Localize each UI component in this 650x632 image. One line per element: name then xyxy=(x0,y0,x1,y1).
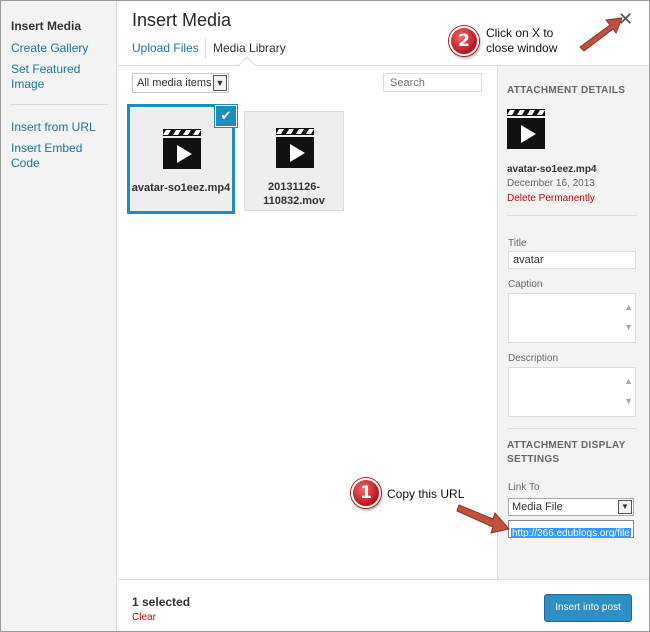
media-filter-select[interactable]: All media items ▼ xyxy=(132,73,229,93)
detail-filename: avatar-so1eez.mp4 xyxy=(507,164,597,175)
insert-media-modal: Insert Media Create Gallery Set Featured… xyxy=(0,0,650,632)
step-2-badge: 2 xyxy=(449,26,479,56)
selection-count: 1 selected xyxy=(132,595,191,609)
scroll-up-icon[interactable]: ▲ xyxy=(624,302,633,312)
caption-field[interactable]: ▲ ▼ xyxy=(508,293,636,343)
tab-upload-files[interactable]: Upload Files xyxy=(132,41,199,55)
url-field[interactable]: http://366.edublogs.org/file xyxy=(508,520,634,538)
sidebar-divider xyxy=(11,104,108,105)
title-label: Title xyxy=(508,238,527,249)
tab-media-library[interactable]: Media Library xyxy=(213,41,286,55)
scroll-down-icon[interactable]: ▼ xyxy=(624,396,633,406)
scroll-up-icon[interactable]: ▲ xyxy=(624,376,633,386)
attachment-item[interactable]: 20131126-110832.mov xyxy=(244,111,344,211)
scroll-down-icon[interactable]: ▼ xyxy=(624,322,633,332)
step-2-note: Click on X to close window xyxy=(486,26,558,55)
url-value-selected: http://366.edublogs.org/file xyxy=(511,528,631,538)
sidebar-item-create-gallery[interactable]: Create Gallery xyxy=(11,41,111,56)
display-settings-heading: ATTACHMENT DISPLAY SETTINGS xyxy=(507,440,626,465)
detail-date: December 16, 2013 xyxy=(507,178,595,189)
video-file-icon xyxy=(276,128,314,168)
link-to-value: Media File xyxy=(512,501,563,513)
panel-divider xyxy=(507,215,637,216)
checkmark-icon[interactable]: ✔ xyxy=(215,105,237,127)
chevron-down-icon: ▼ xyxy=(213,75,227,91)
arrow-icon xyxy=(456,504,510,534)
description-field[interactable]: ▲ ▼ xyxy=(508,367,636,417)
attachment-details-panel: ATTACHMENT DETAILS avatar-so1eez.mp4 Dec… xyxy=(497,66,649,579)
attachment-details-heading: ATTACHMENT DETAILS xyxy=(507,85,626,96)
panel-divider xyxy=(507,428,637,429)
sidebar-item-insert-embed-code[interactable]: Insert Embed Code xyxy=(11,141,91,171)
chevron-down-icon: ▼ xyxy=(618,500,632,514)
link-to-label: Link To xyxy=(508,482,540,493)
caption-label: Caption xyxy=(508,279,543,290)
step-1-note: Copy this URL xyxy=(387,487,465,501)
title-value: avatar xyxy=(513,254,544,266)
media-filter-value: All media items xyxy=(137,77,212,89)
active-tab-pointer xyxy=(238,56,256,74)
search-input[interactable] xyxy=(383,73,482,92)
link-to-select[interactable]: Media File ▼ xyxy=(508,498,634,516)
sidebar-item-insert-media[interactable]: Insert Media xyxy=(11,19,111,34)
arrow-icon xyxy=(579,17,623,52)
media-sidebar: Insert Media Create Gallery Set Featured… xyxy=(1,1,117,631)
title-field[interactable]: avatar xyxy=(508,251,636,269)
attachment-filename: avatar-so1eez.mp4 xyxy=(131,182,231,194)
video-file-icon xyxy=(163,129,201,169)
tab-divider xyxy=(205,39,206,59)
step-1-badge: 1 xyxy=(351,478,381,508)
delete-permanently-link[interactable]: Delete Permanently xyxy=(507,193,595,204)
description-label: Description xyxy=(508,353,559,364)
sidebar-item-insert-from-url[interactable]: Insert from URL xyxy=(11,120,111,135)
clear-selection-link[interactable]: Clear xyxy=(132,612,156,623)
modal-title: Insert Media xyxy=(132,10,232,30)
modal-footer: 1 selected Clear Insert into post xyxy=(118,579,649,631)
video-file-icon xyxy=(507,109,545,149)
insert-into-post-button[interactable]: Insert into post xyxy=(544,594,632,622)
sidebar-item-set-featured-image[interactable]: Set Featured Image xyxy=(11,62,91,92)
attachment-filename: 20131126-110832.mov xyxy=(263,181,325,207)
